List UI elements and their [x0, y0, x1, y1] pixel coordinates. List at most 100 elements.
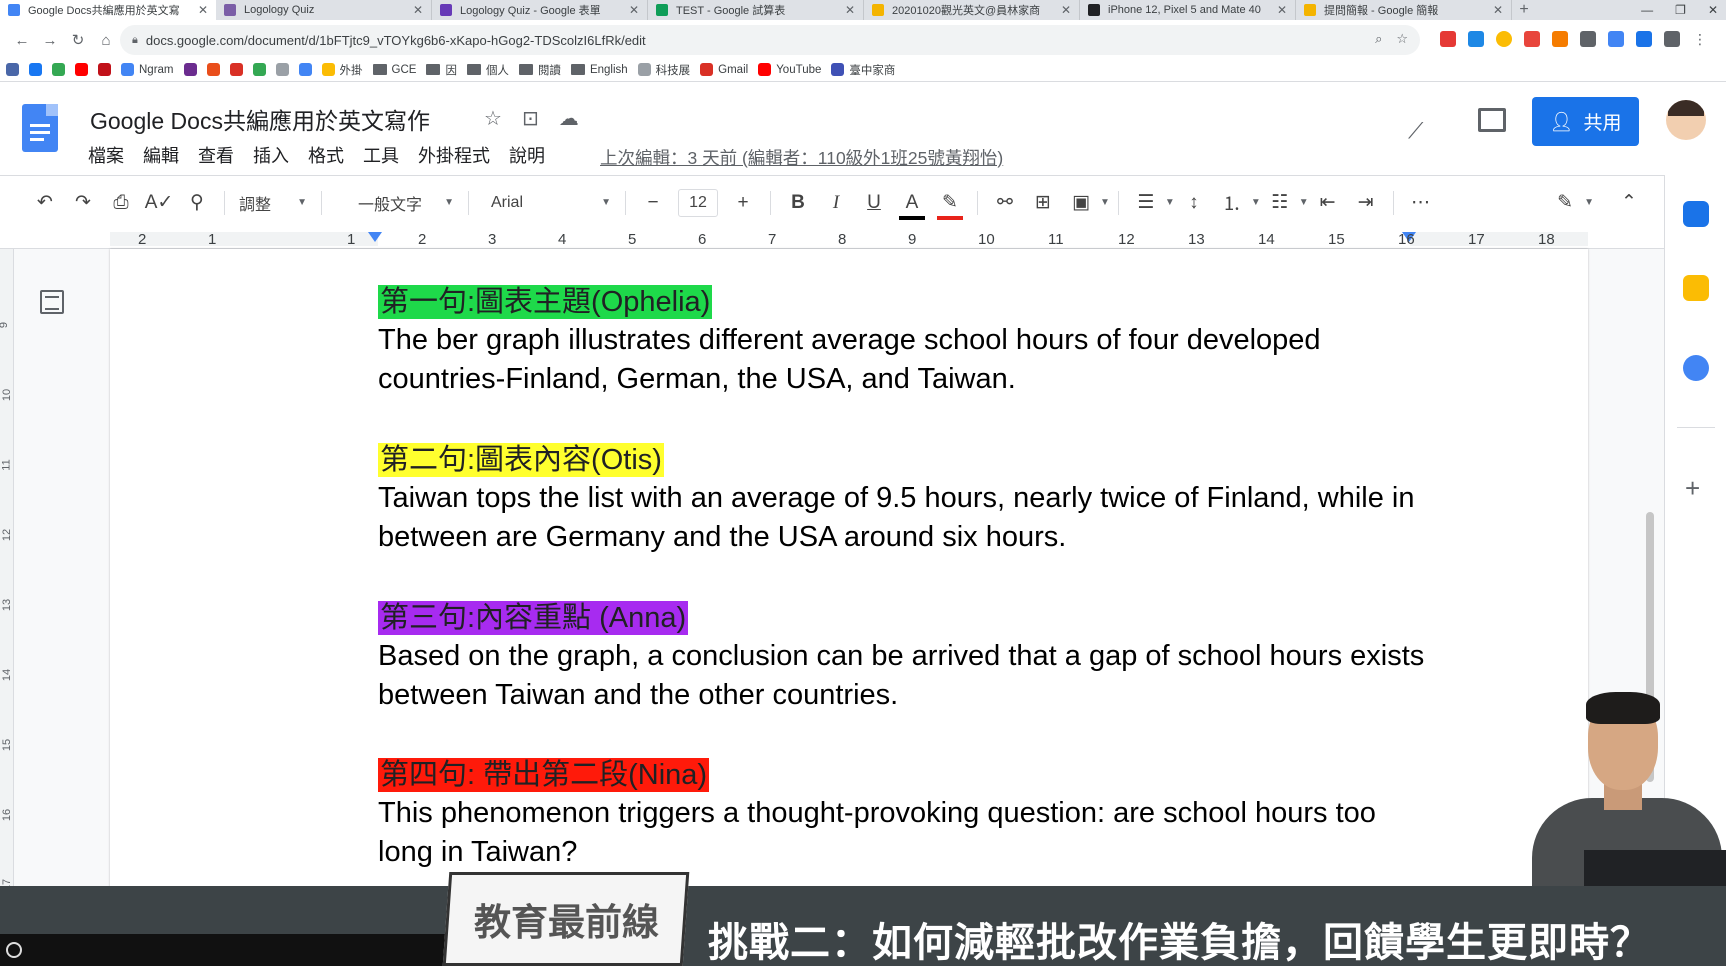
bookmark-item[interactable]: 外掛 [321, 62, 363, 78]
home-icon[interactable]: ⌂ [92, 32, 120, 49]
sentence-body[interactable]: This phenomenon triggers a thought-provo… [378, 794, 1438, 872]
forward-icon[interactable]: → [36, 32, 64, 49]
menu-view[interactable]: 查看 [198, 142, 234, 168]
bookmark-item[interactable] [183, 63, 197, 76]
new-tab-button[interactable]: + [1512, 0, 1536, 20]
zoom-dropdown[interactable]: 調整 ▼ [233, 191, 313, 215]
text-color-icon[interactable]: A [893, 192, 931, 220]
close-window-icon[interactable]: ✕ [1708, 3, 1718, 17]
close-tab-icon[interactable]: ✕ [1493, 3, 1503, 17]
align-left-icon[interactable]: ☰ [1127, 191, 1165, 214]
chevron-down-icon[interactable]: ▼ [1251, 197, 1261, 208]
close-tab-icon[interactable]: ✕ [1277, 3, 1287, 17]
last-edit-link[interactable]: 上次編輯：3 天前 (編輯者：110級外1班25號黃翔怡) [600, 145, 1003, 170]
bookmark-item[interactable]: 個人 [466, 62, 509, 78]
star-icon[interactable]: ☆ [484, 106, 502, 131]
chevron-down-icon[interactable]: ▼ [1100, 197, 1110, 208]
extension-icon[interactable] [1608, 31, 1624, 47]
bookmark-item[interactable]: Ngram [121, 63, 174, 76]
bookmark-item[interactable]: English [570, 64, 628, 76]
browser-tab[interactable]: iPhone 12, Pixel 5 and Mate 40 ✕ [1080, 0, 1296, 20]
calendar-icon[interactable] [1683, 201, 1709, 227]
bookmark-item[interactable] [75, 63, 88, 76]
menu-help[interactable]: 說明 [509, 142, 545, 168]
extension-icon[interactable] [1636, 31, 1652, 47]
lock-icon[interactable]: 🔒︎ [132, 34, 138, 47]
browser-tab[interactable]: 提問簡報 - Google 簡報 ✕ [1296, 0, 1512, 20]
close-tab-icon[interactable]: ✕ [629, 3, 639, 17]
close-tab-icon[interactable]: ✕ [198, 3, 208, 17]
extension-icon[interactable] [1552, 31, 1568, 47]
bookmark-item[interactable]: 臺中家商 [831, 62, 895, 78]
browser-tab[interactable]: 20201020觀光英文@員林家商 ✕ [864, 0, 1080, 20]
bookmark-item[interactable] [29, 63, 42, 76]
extension-icon[interactable] [1496, 31, 1512, 47]
menu-addons[interactable]: 外掛程式 [418, 142, 490, 168]
bookmark-item[interactable] [229, 63, 243, 76]
font-dropdown[interactable]: Arial ▼ [477, 194, 617, 212]
comments-icon[interactable] [1478, 108, 1506, 132]
browser-tab[interactable]: Logology Quiz - Google 表單 ✕ [432, 0, 648, 20]
bookmark-item[interactable]: 科技展 [637, 62, 690, 78]
bookmark-item[interactable] [98, 63, 111, 76]
menu-insert[interactable]: 插入 [253, 142, 289, 168]
increase-font-size-icon[interactable]: + [724, 192, 762, 214]
bookmark-item[interactable]: YouTube [758, 63, 821, 76]
sentence-heading[interactable]: 第三句:內容重點 (Anna) [378, 601, 689, 635]
bookmark-item[interactable] [52, 63, 65, 76]
back-icon[interactable]: ← [8, 32, 36, 49]
underline-icon[interactable]: U [855, 192, 893, 214]
minimize-icon[interactable]: — [1641, 3, 1653, 17]
font-size-input[interactable]: 12 [678, 188, 718, 217]
more-options-icon[interactable]: ⋯ [1402, 191, 1440, 214]
document-outline-icon[interactable] [40, 290, 64, 314]
editing-mode-icon[interactable]: ✎ [1546, 191, 1584, 214]
cloud-status-icon[interactable]: ☁ [559, 106, 579, 131]
sentence-heading[interactable]: 第一句:圖表主題(Ophelia) [378, 285, 713, 319]
browser-tab[interactable]: Google Docs共編應用於英文寫 ✕ [0, 0, 216, 20]
document-title[interactable]: Google Docs共編應用於英文寫作 [90, 102, 430, 136]
chevron-down-icon[interactable]: ▼ [1299, 197, 1309, 208]
zoom-icon[interactable]: ⌕ [1375, 31, 1382, 47]
numbered-list-icon[interactable]: ⒈ [1213, 189, 1251, 216]
extensions-puzzle-icon[interactable] [1664, 31, 1680, 47]
insert-link-icon[interactable]: ⚯ [986, 191, 1024, 214]
browser-tab[interactable]: TEST - Google 試算表 ✕ [648, 0, 864, 20]
style-dropdown[interactable]: 一般文字 ▼ [330, 191, 460, 215]
bookmark-star-icon[interactable]: ☆ [1396, 31, 1408, 47]
decrease-indent-icon[interactable]: ⇤ [1309, 191, 1347, 214]
add-comment-icon[interactable]: ⊞ [1024, 191, 1062, 214]
bold-icon[interactable]: B [779, 192, 817, 214]
address-bar[interactable]: 🔒︎ docs.google.com/document/d/1bFTjtc9_v… [120, 25, 1420, 55]
close-tab-icon[interactable]: ✕ [845, 3, 855, 17]
decrease-font-size-icon[interactable]: − [634, 192, 672, 214]
tasks-icon[interactable] [1683, 355, 1709, 381]
close-tab-icon[interactable]: ✕ [413, 3, 423, 17]
sentence-body[interactable]: Taiwan tops the list with an average of … [378, 479, 1438, 557]
bookmark-item[interactable] [6, 63, 19, 76]
menu-dots-icon[interactable]: ⋮ [1692, 31, 1708, 47]
keep-icon[interactable] [1683, 275, 1709, 301]
paint-format-icon[interactable]: ⚲ [178, 191, 216, 214]
extension-icon[interactable] [1524, 31, 1540, 47]
horizontal-ruler[interactable]: 2 1 1 2 3 4 5 6 7 8 9 10 11 12 13 14 15 16 17 18 [0, 229, 1664, 249]
bookmark-item[interactable] [252, 63, 266, 76]
highlight-color-icon[interactable]: ✎ [931, 191, 969, 220]
restore-icon[interactable]: ❐ [1675, 3, 1686, 17]
bookmark-item[interactable] [206, 63, 220, 76]
bookmark-item[interactable]: Gmail [700, 63, 748, 76]
menu-edit[interactable]: 編輯 [143, 142, 179, 168]
bookmark-item[interactable]: 因 [426, 62, 457, 78]
chevron-down-icon[interactable]: ▼ [1584, 197, 1594, 208]
extension-icon[interactable] [1468, 31, 1484, 47]
left-indent-marker-icon[interactable] [368, 232, 382, 242]
sentence-body[interactable]: Based on the graph, a conclusion can be … [378, 637, 1438, 715]
share-button[interactable]: 👤︎ 共用 [1532, 97, 1639, 146]
line-spacing-icon[interactable]: ↕ [1175, 192, 1213, 214]
sentence-body[interactable]: The ber graph illustrates different aver… [378, 321, 1438, 399]
move-folder-icon[interactable]: ⊡ [522, 106, 539, 131]
sentence-heading[interactable]: 第二句:圖表內容(Otis) [378, 443, 664, 477]
close-tab-icon[interactable]: ✕ [1061, 3, 1071, 17]
collapse-menu-icon[interactable]: ⌃ [1610, 191, 1648, 214]
reload-icon[interactable]: ↻ [64, 31, 92, 49]
